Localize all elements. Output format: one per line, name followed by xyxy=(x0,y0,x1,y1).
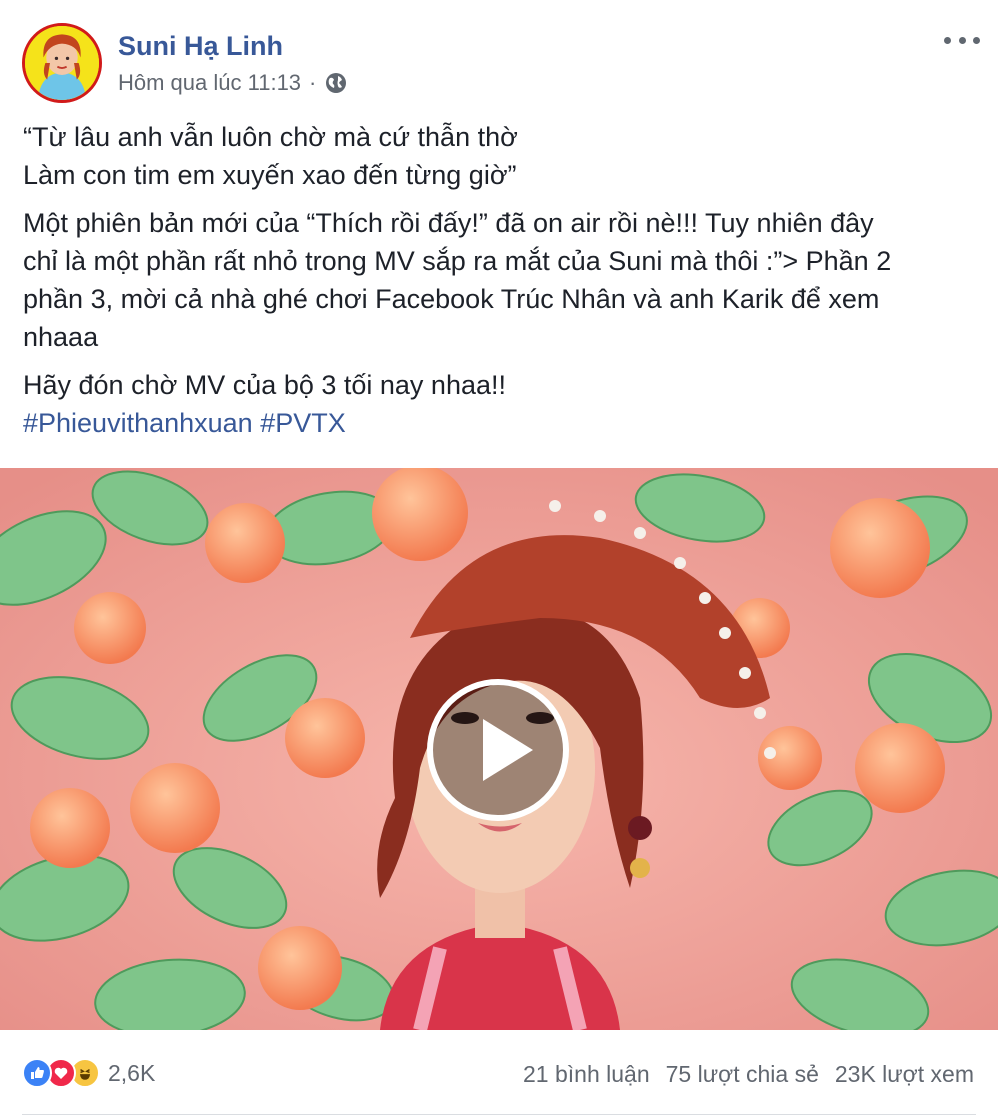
meta-separator: · xyxy=(309,70,317,95)
more-options-icon[interactable] xyxy=(944,26,980,54)
text-line: chỉ là một phần rất nhỏ trong MV sắp ra … xyxy=(23,246,892,276)
post-timestamp[interactable]: Hôm qua lúc 11:13 xyxy=(118,70,301,96)
hashtag-link[interactable]: #Phieuvithanhxuan xyxy=(23,408,253,438)
globe-icon[interactable] xyxy=(324,71,348,95)
text-line: “Từ lâu anh vẫn luôn chờ mà cứ thẫn thờ xyxy=(23,122,518,152)
reaction-count: 2,6K xyxy=(108,1059,156,1086)
play-icon[interactable] xyxy=(427,679,569,821)
text-line: Một phiên bản mới của “Thích rồi đấy!” đ… xyxy=(23,208,874,238)
reactions-summary[interactable]: 2,6K xyxy=(22,1058,155,1088)
quote-paragraph: “Từ lâu anh vẫn luôn chờ mà cứ thẫn thờ … xyxy=(23,118,983,194)
body-paragraph: Một phiên bản mới của “Thích rồi đấy!” đ… xyxy=(23,204,983,356)
shares-count[interactable]: 75 lượt chia sẻ xyxy=(666,1061,819,1088)
avatar[interactable] xyxy=(22,23,102,103)
views-count[interactable]: 23K lượt xem xyxy=(835,1061,974,1088)
comments-count[interactable]: 21 bình luận xyxy=(523,1061,650,1088)
like-icon xyxy=(22,1058,52,1088)
text-line: nhaaa xyxy=(23,322,99,352)
post-header: Suni Hạ Linh Hôm qua lúc 11:13 · xyxy=(0,0,998,110)
closing-paragraph: Hãy đón chờ MV của bộ 3 tối nay nhaa!! #… xyxy=(23,366,983,442)
text-line: Hãy đón chờ MV của bộ 3 tối nay nhaa!! xyxy=(23,370,506,400)
author-name[interactable]: Suni Hạ Linh xyxy=(118,31,283,62)
divider xyxy=(22,1114,976,1115)
engagement-stats: 21 bình luận 75 lượt chia sẻ 23K lượt xe… xyxy=(523,1061,974,1088)
text-line: phần 3, mời cả nhà ghé chơi Facebook Trú… xyxy=(23,284,880,314)
text-line: Làm con tim em xuyến xao đến từng giờ” xyxy=(23,160,517,190)
hashtag-link[interactable]: #PVTX xyxy=(260,408,346,438)
post-text: “Từ lâu anh vẫn luôn chờ mà cứ thẫn thờ … xyxy=(23,118,983,442)
post-meta: Hôm qua lúc 11:13 · xyxy=(118,70,348,96)
post-footer: 2,6K 21 bình luận 75 lượt chia sẻ 23K lư… xyxy=(0,1030,998,1116)
